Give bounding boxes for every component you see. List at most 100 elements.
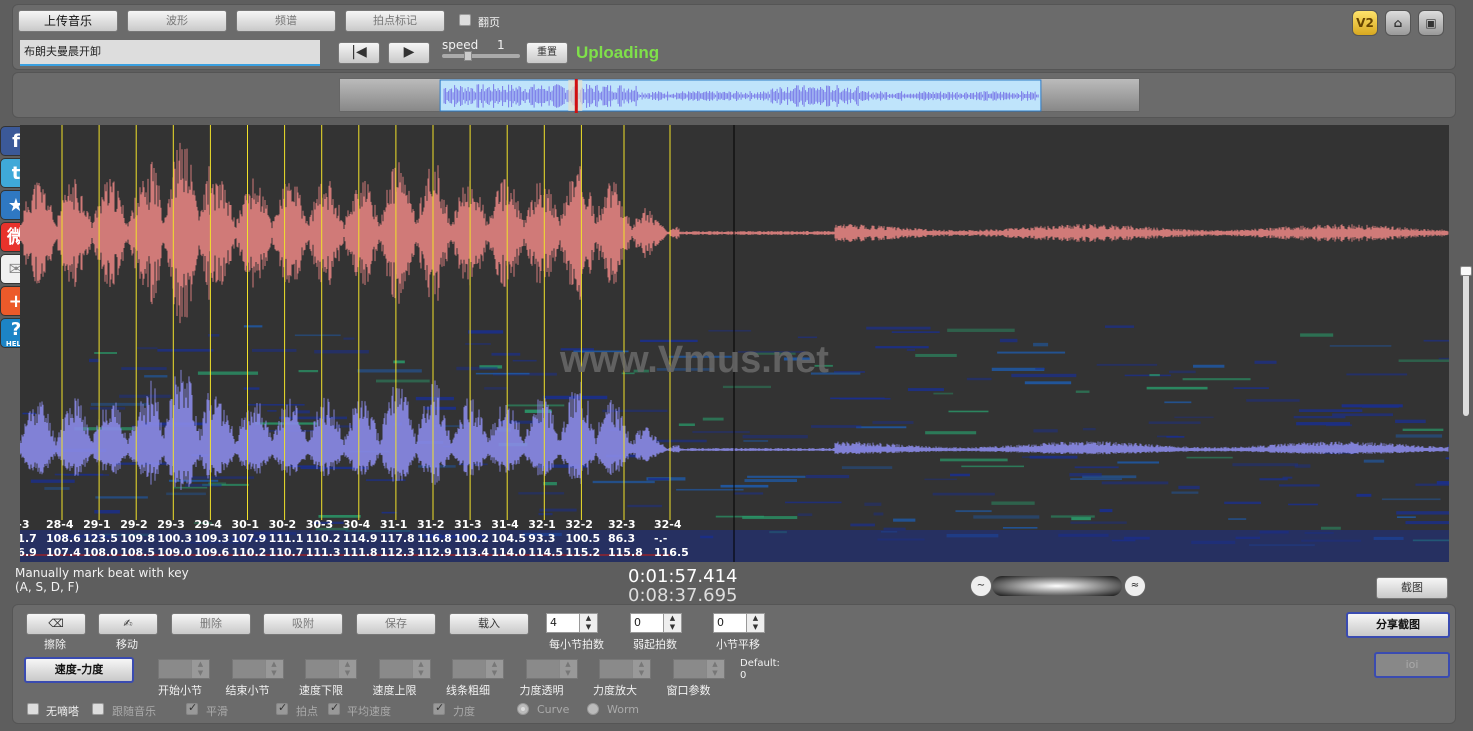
screen-icon[interactable]: ▣	[1418, 10, 1444, 36]
stepper-arrows-icon[interactable]: ▲ ▼	[411, 660, 430, 678]
overview-track[interactable]	[339, 78, 1140, 113]
save-button[interactable]: 保存	[356, 613, 436, 635]
screenshot-button[interactable]: 截图	[1376, 577, 1448, 599]
param-stepper[interactable]: ▲ ▼	[158, 659, 210, 679]
beat-tempo: -.-	[654, 532, 668, 545]
radio-dot	[521, 707, 525, 711]
param-label: 力度透明	[519, 684, 564, 697]
beat-label: 31-1	[379, 518, 408, 531]
eraser-icon: ⌫	[48, 617, 64, 630]
option-checkbox[interactable]	[433, 701, 445, 715]
param-label: 线条粗细	[446, 684, 490, 697]
weak-beats-stepper[interactable]: 0 ▲ ▼	[630, 613, 682, 633]
param-stepper[interactable]: ▲ ▼	[378, 659, 431, 679]
option-label: 平均速度	[347, 705, 391, 718]
flip-page-checkbox[interactable]	[459, 14, 471, 26]
spectrum-streak	[702, 417, 724, 421]
spectrum-streak	[893, 518, 916, 522]
spectrum-streak	[1149, 374, 1160, 377]
spectrum-button[interactable]: 频谱	[236, 10, 336, 32]
vertical-scrollbar[interactable]	[1460, 266, 1472, 416]
track-name-field[interactable]: 布朗夫曼晨开卸	[20, 40, 320, 66]
spectrum-streak	[742, 434, 808, 439]
spectrum-streak	[785, 501, 842, 504]
mode-label: Worm	[607, 703, 640, 716]
param-stepper[interactable]: ▲ ▼	[525, 659, 578, 679]
speed-slider[interactable]	[442, 51, 520, 61]
beat-average: 106.9	[20, 546, 37, 559]
zoom-slider[interactable]: ∼ ≈	[970, 573, 1146, 599]
stepper-arrows-icon[interactable]: ▲ ▼	[264, 660, 283, 678]
share-screenshot-button[interactable]: 分享截图	[1346, 612, 1450, 638]
stepper-arrows-icon[interactable]: ▲ ▼	[579, 614, 597, 632]
spectrum-streak	[924, 478, 957, 481]
spectrum-streak	[1254, 360, 1277, 364]
spectrum-streak	[1233, 387, 1269, 389]
upload-music-button[interactable]: 上传音乐	[18, 10, 118, 32]
play-button[interactable]: ▶	[388, 42, 430, 64]
stepper-arrows-icon[interactable]: ▲ ▼	[558, 660, 577, 678]
spectrum-streak	[343, 337, 355, 340]
spectrum-streak	[1099, 508, 1113, 513]
stepper-arrows-icon[interactable]: ▲ ▼	[191, 660, 209, 678]
spectrum-streak	[247, 403, 305, 406]
param-stepper[interactable]: ▲ ▼	[231, 659, 284, 679]
stepper-arrows-icon[interactable]: ▲ ▼	[338, 660, 356, 678]
beat-tempo: 93.3	[528, 532, 556, 545]
stepper-arrows-icon[interactable]: ▲ ▼	[746, 614, 764, 632]
zoom-out-icon[interactable]: ∼	[970, 575, 992, 597]
spectrum-streak	[506, 404, 565, 407]
snap-button[interactable]: 吸附	[263, 613, 343, 635]
reset-button[interactable]: 重置	[526, 42, 568, 64]
bar-offset-label: 小节平移	[716, 638, 760, 651]
spectrum-streak	[948, 410, 989, 413]
param-stepper[interactable]: ▲ ▼	[452, 659, 504, 679]
param-label: 开始小节	[158, 684, 202, 697]
spectrum-streak	[1002, 527, 1038, 529]
param-stepper[interactable]: ▲ ▼	[599, 659, 651, 679]
param-stepper[interactable]: ▲ ▼	[672, 659, 725, 679]
option-checkbox[interactable]	[276, 701, 288, 715]
mode-radio[interactable]	[517, 703, 529, 715]
load-button[interactable]: 载入	[449, 613, 529, 635]
go-button[interactable]: ioi	[1374, 652, 1450, 678]
bar-offset-stepper[interactable]: 0 ▲ ▼	[713, 613, 765, 633]
zoom-in-icon[interactable]: ≈	[1124, 575, 1146, 597]
scroll-thumb[interactable]	[1460, 266, 1472, 276]
spectrum-streak	[1356, 493, 1372, 497]
beats-per-bar-stepper[interactable]: 4 ▲ ▼	[546, 613, 598, 633]
beat-tempo: 111.1	[268, 532, 304, 545]
param-label: 窗口参数	[666, 684, 711, 697]
option-checkbox[interactable]	[328, 701, 340, 715]
option-label: 力度	[453, 705, 475, 718]
stepper-arrows-icon[interactable]: ▲ ▼	[663, 614, 681, 632]
home-icon[interactable]: ⌂	[1385, 10, 1411, 36]
waveform-button[interactable]: 波形	[127, 10, 227, 32]
erase-button[interactable]: ⌫	[26, 613, 86, 635]
beat-average: 114.5	[528, 546, 564, 559]
beats-per-bar-label: 每小节拍数	[549, 638, 604, 651]
zoom-track[interactable]	[992, 576, 1122, 596]
beat-average: 110.7	[268, 546, 304, 559]
skip-back-button[interactable]: |◀	[338, 42, 380, 64]
spectrum-streak	[734, 492, 764, 495]
move-button[interactable]: ✍	[98, 613, 158, 635]
beat-label: 30-3	[305, 518, 334, 531]
v2-icon[interactable]: V2	[1352, 10, 1378, 36]
waveform-canvas[interactable]: www.Vmus.net 28-3101.7106.928-4108.6107.…	[20, 125, 1449, 562]
delete-button[interactable]: 删除	[171, 613, 251, 635]
speed-slider-handle[interactable]	[464, 51, 472, 61]
option-checkbox[interactable]	[27, 703, 39, 715]
tempo-dynamics-button[interactable]: 速度-力度	[24, 657, 134, 683]
spectrum-streak	[1395, 434, 1443, 438]
mode-radio[interactable]	[587, 703, 599, 715]
option-checkbox[interactable]	[186, 701, 198, 715]
spectrum-streak	[1228, 518, 1247, 520]
stepper-arrows-icon[interactable]: ▲ ▼	[485, 660, 503, 678]
stepper-arrows-icon[interactable]: ▲ ▼	[632, 660, 650, 678]
beat-label: 29-2	[120, 518, 148, 531]
beat-mark-button[interactable]: 拍点标记	[345, 10, 445, 32]
stepper-arrows-icon[interactable]: ▲ ▼	[705, 660, 724, 678]
option-checkbox[interactable]	[92, 703, 104, 715]
param-stepper[interactable]: ▲ ▼	[305, 659, 357, 679]
